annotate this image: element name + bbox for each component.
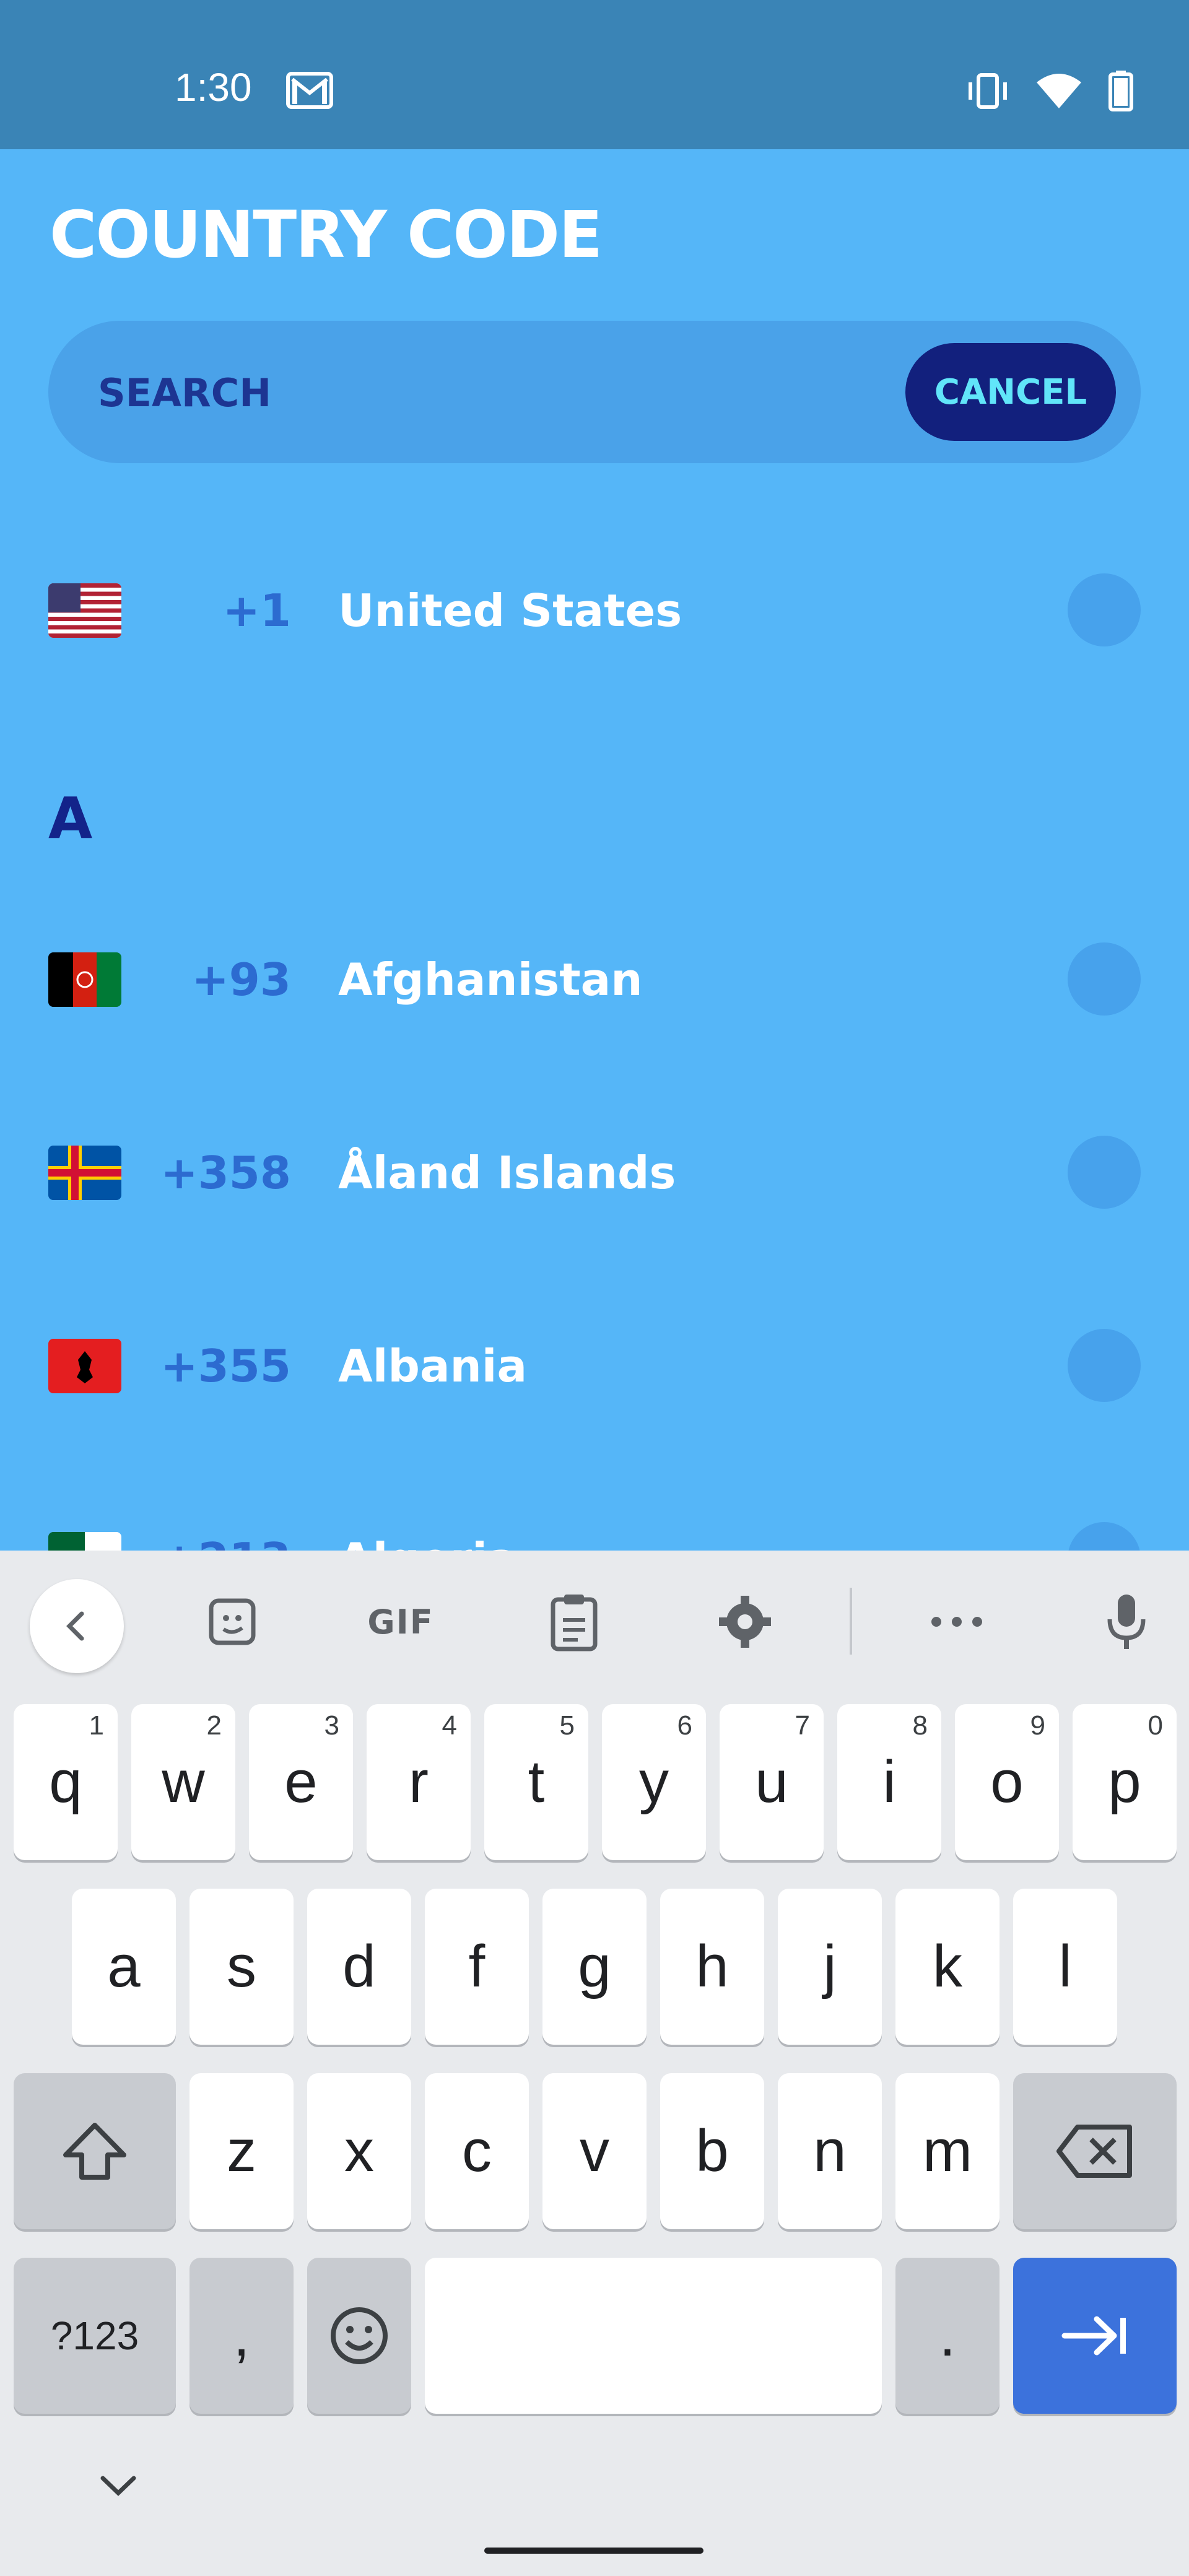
key-h[interactable]: h — [660, 1889, 764, 2045]
key-m[interactable]: m — [895, 2073, 1000, 2229]
key-label: t — [528, 1749, 545, 1815]
key-u[interactable]: u7 — [720, 1704, 824, 1860]
dial-code: +358 — [160, 1147, 291, 1199]
symbols-key[interactable]: ?123 — [14, 2258, 176, 2414]
key-hint: 6 — [677, 1710, 692, 1741]
key-label: o — [990, 1749, 1024, 1815]
status-time: 1:30 — [175, 65, 252, 110]
key-b[interactable]: b — [660, 2073, 764, 2229]
shift-icon — [63, 2123, 126, 2180]
key-x[interactable]: x — [307, 2073, 411, 2229]
keyboard-toolbar: GIF — [0, 1551, 1189, 1689]
key-l[interactable]: l — [1013, 1889, 1117, 2045]
key-hint: 5 — [559, 1710, 575, 1741]
radio-button[interactable] — [1068, 942, 1141, 1016]
key-hint: 3 — [324, 1710, 339, 1741]
country-row-afghanistan[interactable]: +93 Afghanistan — [0, 905, 1189, 1054]
radio-button[interactable] — [1068, 1136, 1141, 1209]
dial-code: +355 — [160, 1340, 291, 1392]
dial-code: +1 — [222, 585, 291, 637]
key-j[interactable]: j — [778, 1889, 882, 2045]
nav-handle — [484, 2548, 703, 2554]
key-label: p — [1108, 1749, 1141, 1815]
battery-icon — [1108, 71, 1133, 111]
backspace-icon — [1056, 2125, 1132, 2178]
chevron-down-icon[interactable] — [97, 2473, 140, 2498]
key-e[interactable]: e3 — [249, 1704, 353, 1860]
comma-key[interactable]: , — [189, 2258, 294, 2414]
period-key[interactable]: . — [895, 2258, 1000, 2414]
mic-icon[interactable] — [1080, 1575, 1173, 1668]
key-label: w — [162, 1749, 205, 1815]
key-s[interactable]: s — [189, 1889, 294, 2045]
wifi-icon — [1037, 74, 1081, 108]
status-bar: 1:30 — [0, 0, 1189, 149]
country-name: Albania — [338, 1340, 528, 1392]
country-name: Åland Islands — [338, 1147, 676, 1199]
key-p[interactable]: p0 — [1073, 1704, 1177, 1860]
key-hint: 1 — [89, 1710, 104, 1741]
key-q[interactable]: q1 — [14, 1704, 118, 1860]
country-row-aland[interactable]: +358 Åland Islands — [0, 1099, 1189, 1247]
key-hint: 7 — [795, 1710, 810, 1741]
country-name: Afghanistan — [338, 954, 643, 1006]
cancel-button[interactable]: CANCEL — [905, 343, 1116, 441]
country-row-united-states[interactable]: +1 United States — [0, 536, 1189, 685]
country-row-albania[interactable]: +355 Albania — [0, 1292, 1189, 1440]
space-key[interactable] — [425, 2258, 882, 2414]
key-label: i — [882, 1749, 896, 1815]
key-g[interactable]: g — [542, 1889, 647, 2045]
key-hint: 2 — [206, 1710, 222, 1741]
radio-button[interactable] — [1068, 1329, 1141, 1402]
key-hint: 9 — [1030, 1710, 1045, 1741]
key-label: r — [409, 1749, 429, 1815]
emoji-key[interactable] — [307, 2258, 411, 2414]
key-a[interactable]: a — [72, 1889, 176, 2045]
section-header: A — [48, 785, 93, 851]
key-d[interactable]: d — [307, 1889, 411, 2045]
sticker-icon[interactable] — [186, 1575, 279, 1668]
key-f[interactable]: f — [425, 1889, 529, 2045]
gif-label: GIF — [367, 1602, 434, 1642]
search-input[interactable]: SEARCH CANCEL — [48, 321, 1141, 463]
key-r[interactable]: r4 — [367, 1704, 471, 1860]
key-c[interactable]: c — [425, 2073, 529, 2229]
key-hint: 4 — [442, 1710, 457, 1741]
country-name: United States — [338, 585, 682, 637]
shift-key[interactable] — [14, 2073, 176, 2229]
page-title: COUNTRY CODE — [50, 197, 603, 272]
key-z[interactable]: z — [189, 2073, 294, 2229]
back-icon[interactable] — [30, 1579, 124, 1673]
next-key[interactable] — [1013, 2258, 1177, 2414]
key-i[interactable]: i8 — [837, 1704, 941, 1860]
toolbar-divider — [850, 1588, 852, 1655]
more-icon[interactable] — [910, 1575, 1003, 1668]
backspace-key[interactable] — [1013, 2073, 1177, 2229]
key-hint: 0 — [1148, 1710, 1163, 1741]
keyboard: GIF q1 w2 e3 r4 t5 y6 u7 i8 o9 p0 a s d … — [0, 1551, 1189, 2576]
vibrate-icon — [969, 73, 1007, 109]
gif-button[interactable]: GIF — [354, 1575, 447, 1668]
key-label: u — [755, 1749, 788, 1815]
search-placeholder: SEARCH — [98, 370, 272, 416]
dial-code: +93 — [191, 954, 291, 1006]
key-n[interactable]: n — [778, 2073, 882, 2229]
key-o[interactable]: o9 — [955, 1704, 1059, 1860]
clipboard-icon[interactable] — [528, 1575, 621, 1668]
key-w[interactable]: w2 — [131, 1704, 235, 1860]
key-t[interactable]: t5 — [484, 1704, 588, 1860]
key-v[interactable]: v — [542, 2073, 647, 2229]
emoji-icon — [331, 2307, 388, 2364]
key-hint: 8 — [912, 1710, 928, 1741]
gmail-icon — [286, 72, 333, 109]
key-label: y — [639, 1749, 669, 1815]
key-y[interactable]: y6 — [602, 1704, 706, 1860]
key-k[interactable]: k — [895, 1889, 1000, 2045]
key-label: e — [284, 1749, 318, 1815]
next-icon — [1061, 2316, 1126, 2356]
settings-icon[interactable] — [699, 1575, 791, 1668]
radio-button[interactable] — [1068, 573, 1141, 646]
key-label: q — [49, 1749, 82, 1815]
